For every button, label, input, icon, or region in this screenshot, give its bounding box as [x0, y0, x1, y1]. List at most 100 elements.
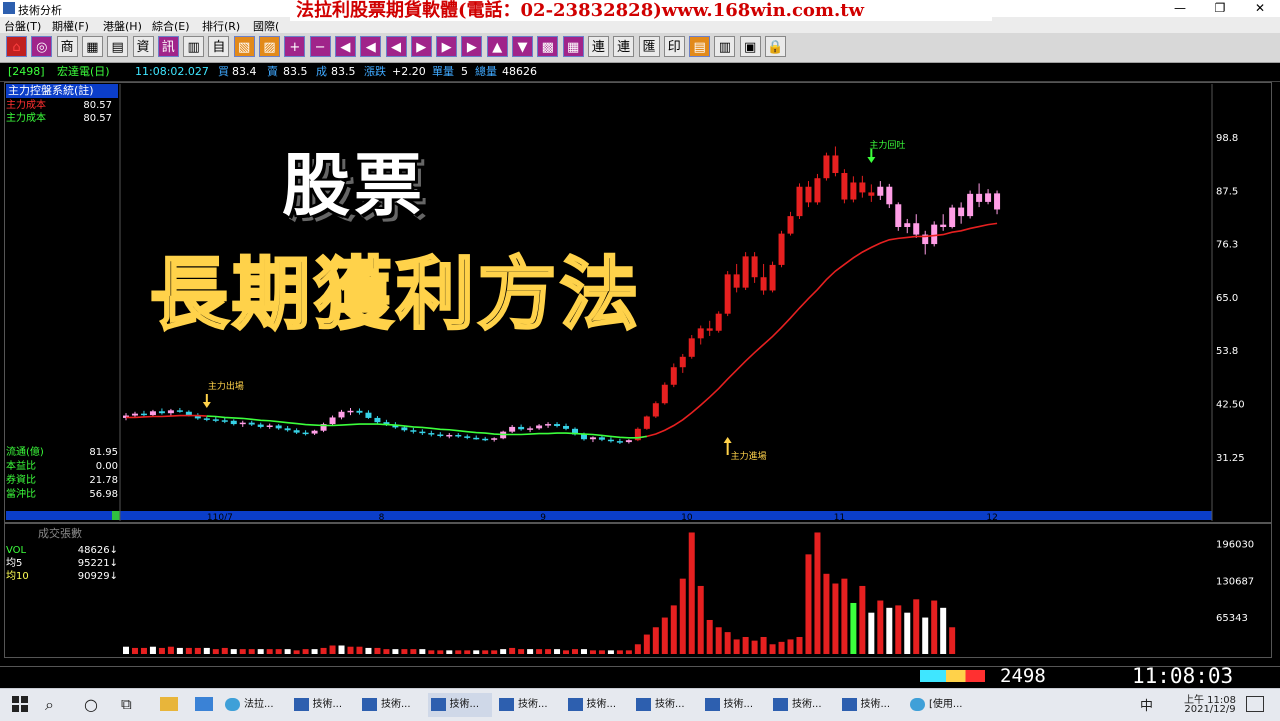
taskbar-item[interactable]: 技術...	[702, 693, 766, 717]
clock-date[interactable]: 2021/12/9	[1180, 704, 1240, 715]
taskbar-item-label: 法拉...	[244, 699, 274, 710]
annotation-exit: 主力出場	[208, 380, 244, 392]
candle	[823, 152, 830, 181]
taskbar-item[interactable]: 技術...	[427, 693, 492, 717]
candle	[545, 422, 552, 428]
vol-legend-label: VOL	[6, 545, 27, 556]
candle	[248, 420, 255, 426]
chart-app-icon	[293, 698, 309, 711]
candle	[652, 401, 659, 418]
price-y-tick: 42.50	[1216, 400, 1245, 411]
overlay-title-method: 長期獲利方法	[148, 249, 643, 342]
task-view-icon[interactable]: ⧉	[121, 695, 132, 713]
candle	[356, 408, 363, 415]
price-x-tick: 10	[681, 513, 693, 523]
candle	[679, 353, 686, 373]
app-shortcut-icon[interactable]	[195, 697, 213, 711]
candle	[967, 190, 974, 219]
candle	[275, 424, 282, 430]
price-x-tick: 11	[834, 513, 845, 523]
candle	[329, 415, 336, 426]
chart-app-icon	[636, 698, 651, 711]
candle	[886, 183, 893, 209]
taskbar-item[interactable]: 技術...	[770, 693, 834, 717]
candle	[841, 169, 848, 204]
taskbar-item-label: 技術...	[312, 699, 343, 710]
volume-panel[interactable]	[4, 523, 1272, 658]
price-y-tick: 31.25	[1216, 453, 1245, 464]
price-x-tick: 12	[986, 513, 997, 523]
price-y-tick: 87.5	[1216, 187, 1238, 198]
candle	[688, 335, 695, 359]
candle	[958, 202, 965, 224]
taskbar-item-label: 技術...	[792, 699, 822, 710]
taskbar-item-label: 技術...	[518, 699, 548, 710]
candle	[410, 427, 417, 434]
candle	[733, 263, 740, 293]
chart-app-icon	[499, 698, 514, 711]
status-stock-code: 2498	[1000, 665, 1046, 687]
chart-app-icon	[704, 698, 720, 711]
cortana-icon[interactable]: ○	[84, 695, 98, 714]
price-y-tick: 53.8	[1216, 346, 1238, 357]
candle	[302, 430, 309, 436]
candle	[724, 271, 731, 317]
taskbar-item[interactable]: 技術...	[839, 693, 903, 717]
ime-indicator[interactable]: 中	[1140, 695, 1153, 714]
candle	[994, 190, 1001, 215]
os-taskbar: ⌕ ○ ⧉ 法拉... 技術... 技術... 技術... 技術... 技術... 技術..…	[0, 688, 1280, 721]
candle	[850, 176, 857, 203]
candle	[616, 438, 623, 444]
taskbar-item[interactable]: [使用...	[907, 693, 971, 717]
taskbar-item[interactable]: 技術...	[496, 693, 560, 717]
return-arrow-icon	[867, 149, 876, 163]
volume-panel-title: 成交張數	[38, 527, 82, 540]
ma10-legend-label: 均10	[6, 571, 29, 582]
price-y-tick: 65.0	[1216, 293, 1238, 304]
candle	[904, 218, 911, 234]
search-icon[interactable]: ⌕	[45, 695, 54, 715]
status-clock: 11:08:03	[1132, 664, 1234, 688]
candle	[338, 409, 345, 420]
candle	[455, 433, 462, 438]
candle	[419, 429, 426, 435]
overlay-title-stock: 股票	[282, 147, 427, 226]
annotation-return: 主力回吐	[869, 139, 905, 151]
price-x-tick: 9	[540, 513, 546, 523]
taskbar-item[interactable]: 技術...	[565, 693, 629, 717]
file-explorer-icon[interactable]	[160, 697, 178, 711]
candle	[778, 230, 785, 268]
chart-app-icon	[841, 698, 857, 711]
candle	[661, 382, 668, 405]
candle	[976, 183, 983, 208]
candle	[257, 422, 264, 429]
candle	[491, 437, 498, 442]
price-x-tick: 110/7	[207, 513, 233, 523]
scroll-thumb[interactable]	[112, 511, 120, 520]
taskbar-item-label: 技術...	[723, 699, 754, 710]
candle	[643, 415, 650, 430]
notification-icon[interactable]	[1246, 696, 1264, 712]
candle	[464, 434, 471, 440]
candle	[805, 181, 812, 208]
candle	[437, 432, 444, 438]
x-axis-scrollbar[interactable]	[6, 511, 1212, 520]
candle	[320, 422, 327, 433]
candle	[913, 214, 920, 238]
candle	[194, 413, 201, 420]
windows-start-icon[interactable]	[12, 696, 28, 712]
candle	[589, 436, 596, 443]
taskbar-item[interactable]: 技術...	[633, 693, 697, 717]
candle	[347, 407, 354, 416]
candle	[239, 420, 246, 427]
taskbar-item-label: 技術...	[860, 699, 891, 710]
taskbar-item[interactable]: 技術...	[291, 693, 355, 717]
taskbar-item-label: 技術...	[381, 699, 411, 710]
taskbar-item-label: [使用...	[929, 699, 963, 710]
candle	[877, 181, 884, 201]
candle	[607, 437, 614, 443]
candle	[949, 204, 956, 229]
taskbar-item[interactable]: 技術...	[359, 693, 423, 717]
taskbar-item[interactable]: 法拉...	[222, 693, 286, 717]
candle	[527, 426, 534, 433]
